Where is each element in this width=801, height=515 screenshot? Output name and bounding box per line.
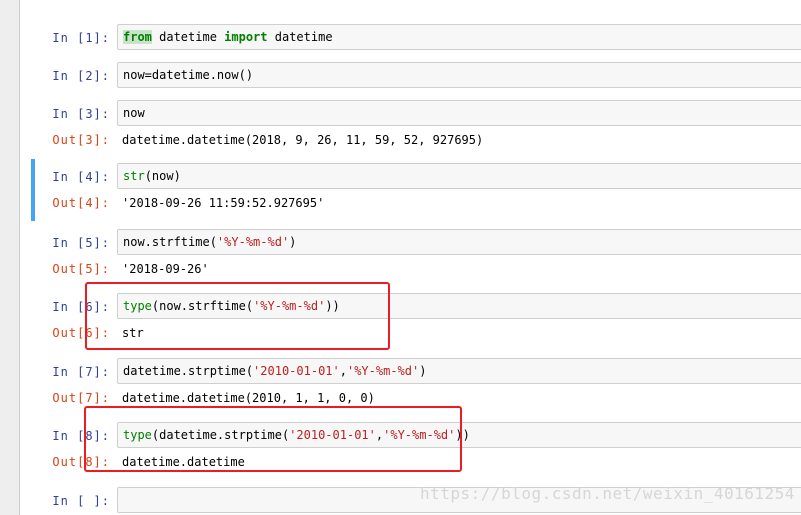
code-text: ) [419,364,427,378]
code-input[interactable]: now.strftime('%Y-%m-%d') [117,229,801,255]
string-literal: '%Y-%m-%d' [216,235,290,249]
annotation-box-cell-6 [85,282,390,350]
code-text: , [339,364,347,378]
code-input[interactable]: from datetime import datetime [117,24,801,50]
code-line: from datetime import datetime [123,25,333,49]
out-prompt: Out[4]: [52,196,110,210]
code-input[interactable]: datetime.strptime('2010-01-01','%Y-%m-%d… [117,358,801,384]
keyword-from: from [123,30,152,44]
code-text: (now) [144,169,181,183]
code-text: datetime.strptime( [123,364,254,378]
code-cell-4[interactable]: In [4]: str(now) Out[4]: '2018-09-26 11:… [31,159,801,221]
in-prompt: In [7]: [52,365,110,379]
cell-output: '2018-09-26' [122,262,209,276]
cell-output: datetime.datetime(2018, 9, 26, 11, 59, 5… [122,133,484,147]
code-line: now=datetime.now() [123,68,254,82]
code-line: str(now) [123,164,181,188]
code-text: ) [289,235,297,249]
code-cell-5[interactable]: In [5]: now.strftime('%Y-%m-%d') Out[5]:… [32,229,801,285]
builtin-str: str [123,169,145,183]
code-input[interactable]: str(now) [117,163,801,189]
in-prompt: In [3]: [52,107,110,121]
cell-output: '2018-09-26 11:59:52.927695' [122,196,325,210]
out-prompt: Out[5]: [52,262,110,276]
in-prompt: In [2]: [52,69,110,83]
watermark: https://blog.csdn.net/weixin_40161254 [420,484,795,503]
code-text: datetime [151,30,225,44]
in-prompt: In [1]: [52,31,110,45]
code-cell-3[interactable]: In [3]: now Out[3]: datetime.datetime(20… [32,100,801,156]
code-line: datetime.strptime('2010-01-01','%Y-%m-%d… [123,359,426,383]
out-prompt: Out[3]: [52,133,110,147]
annotation-box-cell-8 [84,406,462,472]
in-prompt: In [4]: [52,170,110,184]
code-input[interactable]: now=datetime.now() [117,62,801,88]
keyword-import: import [224,30,268,44]
code-cell-1[interactable]: In [1]: from datetime import datetime [32,24,801,52]
in-prompt: In [5]: [52,236,110,250]
code-line: now.strftime('%Y-%m-%d') [123,230,296,254]
code-text: datetime [267,30,333,44]
code-input[interactable]: now [117,100,801,126]
string-literal: '2010-01-01' [253,364,340,378]
string-literal: '%Y-%m-%d' [346,364,420,378]
code-cell-2[interactable]: In [2]: now=datetime.now() [32,62,801,90]
code-line: now [123,106,145,120]
code-text: now.strftime( [123,235,217,249]
in-prompt: In [ ]: [52,494,110,508]
